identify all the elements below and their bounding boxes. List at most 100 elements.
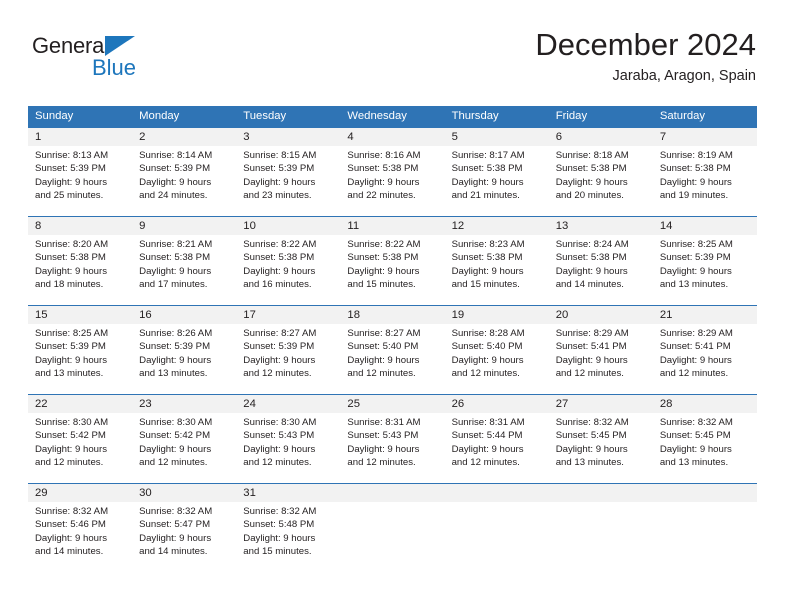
weekday-header-sunday: Sunday bbox=[35, 110, 74, 122]
calendar-day-cell[interactable]: 5 Sunrise: 8:17 AM Sunset: 5:38 PM Daylight… bbox=[444, 128, 549, 216]
calendar-day-cell[interactable]: 25 Sunrise: 8:31 AM Sunset: 5:43 PM Dayligh… bbox=[340, 395, 445, 483]
daylight-text: Daylight: 9 hours bbox=[659, 176, 732, 188]
calendar-day-cell[interactable]: 14 Sunrise: 8:25 AM Sunset: 5:39 PM Dayligh… bbox=[652, 217, 757, 305]
daylight-text: and 17 minutes. bbox=[139, 279, 208, 291]
calendar-day-cell[interactable]: 22 Sunrise: 8:30 AM Sunset: 5:42 PM Dayligh… bbox=[28, 395, 133, 483]
day-details bbox=[445, 502, 549, 505]
calendar-day-cell[interactable]: 12 Sunrise: 8:23 AM Sunset: 5:38 PM Dayligh… bbox=[444, 217, 549, 305]
daylight-text: Daylight: 9 hours bbox=[243, 443, 316, 455]
calendar-day-cell[interactable]: 26 Sunrise: 8:31 AM Sunset: 5:44 PM Dayligh… bbox=[444, 395, 549, 483]
daylight-text: and 12 minutes. bbox=[243, 368, 312, 380]
calendar-day-cell[interactable]: 8 Sunrise: 8:20 AM Sunset: 5:38 PM Daylight… bbox=[28, 217, 133, 305]
daylight-text: Daylight: 9 hours bbox=[451, 176, 524, 188]
calendar-day-cell[interactable]: 18 Sunrise: 8:27 AM Sunset: 5:40 PM Dayligh… bbox=[340, 306, 445, 394]
sunrise-text: Sunrise: 8:32 AM bbox=[35, 506, 109, 517]
day-details: Sunrise: 8:24 AM Sunset: 5:38 PM Daylight:… bbox=[549, 235, 653, 292]
daylight-text: and 12 minutes. bbox=[35, 457, 104, 469]
weekday-header-wednesday: Wednesday bbox=[347, 110, 407, 122]
sunset-text: Sunset: 5:39 PM bbox=[243, 341, 315, 353]
day-number: 29 bbox=[28, 484, 133, 502]
day-number: 18 bbox=[340, 306, 445, 324]
sunrise-text: Sunrise: 8:25 AM bbox=[35, 328, 109, 339]
calendar-day-cell[interactable]: 13 Sunrise: 8:24 AM Sunset: 5:38 PM Dayligh… bbox=[548, 217, 653, 305]
sunset-text: Sunset: 5:38 PM bbox=[35, 252, 106, 264]
daylight-text: Daylight: 9 hours bbox=[243, 265, 316, 277]
calendar-week-row: 22 Sunrise: 8:30 AM Sunset: 5:42 PM Dayligh… bbox=[28, 394, 757, 483]
calendar-day-cell[interactable]: 11 Sunrise: 8:22 AM Sunset: 5:38 PM Dayligh… bbox=[340, 217, 445, 305]
calendar-day-cell[interactable]: 28 Sunrise: 8:32 AM Sunset: 5:45 PM Dayligh… bbox=[652, 395, 757, 483]
calendar-day-cell[interactable]: 27 Sunrise: 8:32 AM Sunset: 5:45 PM Dayligh… bbox=[548, 395, 653, 483]
daylight-text: Daylight: 9 hours bbox=[243, 532, 316, 544]
sunset-text: Sunset: 5:38 PM bbox=[451, 163, 523, 175]
daylight-text: Daylight: 9 hours bbox=[451, 354, 524, 366]
day-details: Sunrise: 8:31 AM Sunset: 5:44 PM Daylight:… bbox=[445, 413, 549, 470]
daylight-text: Daylight: 9 hours bbox=[35, 265, 107, 277]
day-details: Sunrise: 8:29 AM Sunset: 5:41 PM Daylight:… bbox=[653, 324, 757, 381]
sunset-text: Sunset: 5:38 PM bbox=[659, 163, 731, 175]
calendar-day-cell[interactable]: 3 Sunrise: 8:15 AM Sunset: 5:39 PM Daylight… bbox=[236, 128, 341, 216]
calendar-day-cell[interactable]: 17 Sunrise: 8:27 AM Sunset: 5:39 PM Dayligh… bbox=[236, 306, 341, 394]
sunrise-text: Sunrise: 8:20 AM bbox=[35, 239, 109, 250]
day-number: 23 bbox=[132, 395, 237, 413]
daylight-text: and 22 minutes. bbox=[347, 190, 416, 202]
day-number: 24 bbox=[236, 395, 341, 413]
calendar-day-cell[interactable]: 24 Sunrise: 8:30 AM Sunset: 5:43 PM Dayligh… bbox=[236, 395, 341, 483]
calendar-day-cell[interactable]: 1 Sunrise: 8:13 AM Sunset: 5:39 PM Daylight… bbox=[28, 128, 133, 216]
weekday-header-tuesday: Tuesday bbox=[243, 110, 287, 122]
daylight-text: and 20 minutes. bbox=[555, 190, 624, 202]
calendar-day-cell[interactable]: 30 Sunrise: 8:32 AM Sunset: 5:47 PM Dayligh… bbox=[132, 484, 237, 572]
day-number: 6 bbox=[548, 128, 653, 146]
day-number: 28 bbox=[652, 395, 757, 413]
daylight-text: Daylight: 9 hours bbox=[35, 443, 107, 455]
calendar-day-cell[interactable]: 29 Sunrise: 8:32 AM Sunset: 5:46 PM Dayligh… bbox=[28, 484, 133, 572]
calendar-week-row: 15 Sunrise: 8:25 AM Sunset: 5:39 PM Dayligh… bbox=[28, 305, 757, 394]
calendar-day-cell[interactable]: 23 Sunrise: 8:30 AM Sunset: 5:42 PM Dayligh… bbox=[132, 395, 237, 483]
calendar-day-cell[interactable]: 6 Sunrise: 8:18 AM Sunset: 5:38 PM Daylight… bbox=[548, 128, 653, 216]
day-number: 3 bbox=[236, 128, 341, 146]
daylight-text: Daylight: 9 hours bbox=[139, 176, 212, 188]
day-details: Sunrise: 8:22 AM Sunset: 5:38 PM Daylight:… bbox=[236, 235, 340, 292]
calendar-week-row: 29 Sunrise: 8:32 AM Sunset: 5:46 PM Dayligh… bbox=[28, 483, 757, 572]
sunset-text: Sunset: 5:47 PM bbox=[139, 519, 211, 531]
day-details: Sunrise: 8:25 AM Sunset: 5:39 PM Daylight:… bbox=[653, 235, 757, 292]
calendar-page: General Blue December 2024 Jaraba, Arago… bbox=[0, 0, 792, 612]
daylight-text: and 12 minutes. bbox=[451, 368, 520, 380]
day-details: Sunrise: 8:17 AM Sunset: 5:38 PM Daylight:… bbox=[445, 146, 549, 203]
calendar-day-cell[interactable]: 15 Sunrise: 8:25 AM Sunset: 5:39 PM Dayligh… bbox=[28, 306, 133, 394]
calendar-day-cell[interactable]: 10 Sunrise: 8:22 AM Sunset: 5:38 PM Dayligh… bbox=[236, 217, 341, 305]
daylight-text: and 24 minutes. bbox=[139, 190, 208, 202]
daylight-text: Daylight: 9 hours bbox=[555, 354, 628, 366]
daylight-text: Daylight: 9 hours bbox=[243, 176, 316, 188]
day-details: Sunrise: 8:22 AM Sunset: 5:38 PM Daylight:… bbox=[340, 235, 444, 292]
daylight-text: and 25 minutes. bbox=[35, 190, 104, 202]
day-details: Sunrise: 8:18 AM Sunset: 5:38 PM Daylight:… bbox=[549, 146, 653, 203]
daylight-text: Daylight: 9 hours bbox=[347, 176, 420, 188]
calendar-day-cell[interactable]: 16 Sunrise: 8:26 AM Sunset: 5:39 PM Dayligh… bbox=[132, 306, 237, 394]
sunset-text: Sunset: 5:39 PM bbox=[139, 341, 211, 353]
daylight-text: Daylight: 9 hours bbox=[555, 443, 628, 455]
calendar-day-cell[interactable]: 31 Sunrise: 8:32 AM Sunset: 5:48 PM Dayligh… bbox=[236, 484, 341, 572]
daylight-text: Daylight: 9 hours bbox=[35, 354, 107, 366]
daylight-text: and 14 minutes. bbox=[139, 546, 208, 558]
sunrise-text: Sunrise: 8:17 AM bbox=[451, 150, 525, 161]
daylight-text: Daylight: 9 hours bbox=[659, 443, 732, 455]
daylight-text: Daylight: 9 hours bbox=[139, 532, 212, 544]
calendar-day-cell[interactable]: 21 Sunrise: 8:29 AM Sunset: 5:41 PM Dayligh… bbox=[652, 306, 757, 394]
day-number: 16 bbox=[132, 306, 237, 324]
calendar-day-cell[interactable]: 9 Sunrise: 8:21 AM Sunset: 5:38 PM Daylight… bbox=[132, 217, 237, 305]
calendar-day-cell[interactable]: 19 Sunrise: 8:28 AM Sunset: 5:40 PM Dayligh… bbox=[444, 306, 549, 394]
calendar-day-cell[interactable]: 4 Sunrise: 8:16 AM Sunset: 5:38 PM Daylight… bbox=[340, 128, 445, 216]
daylight-text: Daylight: 9 hours bbox=[659, 265, 732, 277]
calendar-day-cell[interactable]: 7 Sunrise: 8:19 AM Sunset: 5:38 PM Daylight… bbox=[652, 128, 757, 216]
sunset-text: Sunset: 5:48 PM bbox=[243, 519, 315, 531]
calendar-day-cell[interactable]: 20 Sunrise: 8:29 AM Sunset: 5:41 PM Dayligh… bbox=[548, 306, 653, 394]
sunset-text: Sunset: 5:45 PM bbox=[659, 430, 731, 442]
day-details: Sunrise: 8:31 AM Sunset: 5:43 PM Daylight:… bbox=[340, 413, 444, 470]
daylight-text: and 13 minutes. bbox=[35, 368, 104, 380]
daylight-text: and 14 minutes. bbox=[555, 279, 624, 291]
daylight-text: and 12 minutes. bbox=[659, 368, 729, 380]
calendar-day-cell[interactable]: 2 Sunrise: 8:14 AM Sunset: 5:39 PM Daylight… bbox=[132, 128, 237, 216]
weekday-header-thursday: Thursday bbox=[451, 110, 499, 122]
day-details: Sunrise: 8:32 AM Sunset: 5:48 PM Daylight:… bbox=[236, 502, 340, 559]
day-details: Sunrise: 8:32 AM Sunset: 5:45 PM Daylight:… bbox=[653, 413, 757, 470]
